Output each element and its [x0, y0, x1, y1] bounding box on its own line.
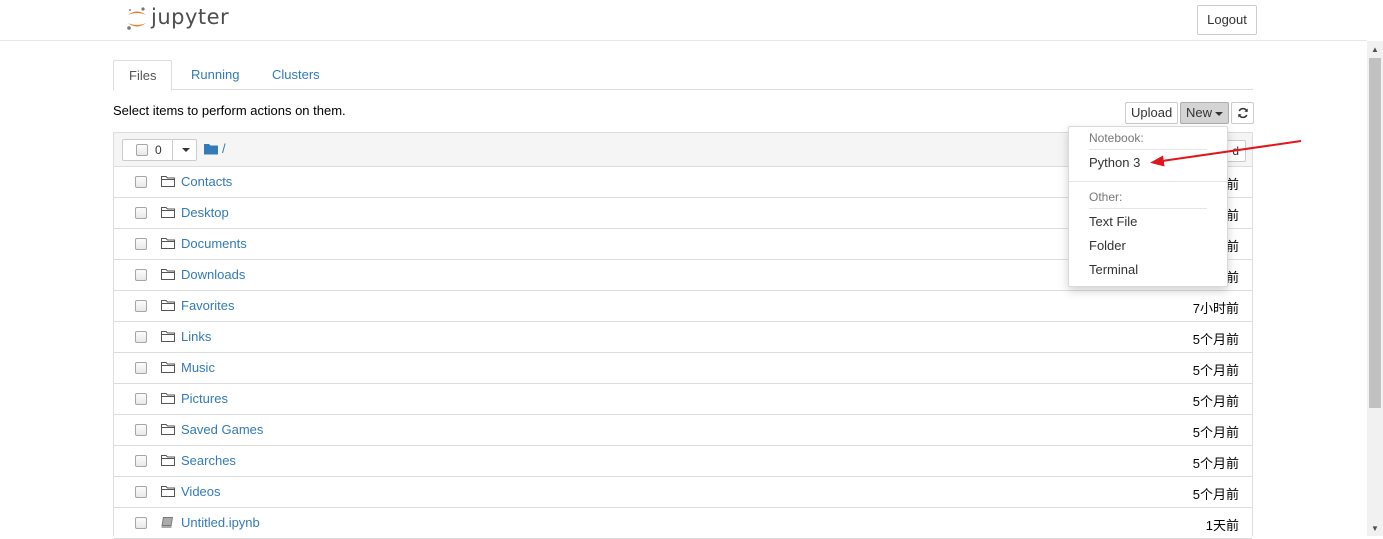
row-checkbox[interactable] [135, 300, 147, 312]
last-modified: 5个月前 [1192, 332, 1239, 347]
new-button-label: New [1186, 105, 1213, 120]
row-checkbox[interactable] [135, 393, 147, 405]
menu-item-python3[interactable]: Python 3 [1089, 155, 1140, 170]
upload-button[interactable]: Upload [1125, 102, 1179, 124]
refresh-icon [1237, 107, 1248, 119]
annotation-arrow-icon [1150, 140, 1302, 167]
file-row[interactable]: Links 5个月前 [114, 322, 1252, 353]
selection-hint: Select items to perform actions on them. [113, 103, 346, 118]
selected-count: 0 [155, 143, 162, 157]
row-checkbox[interactable] [135, 207, 147, 219]
select-all-group[interactable]: 0 [122, 139, 197, 161]
file-row[interactable]: Untitled.ipynb 1天前 [114, 508, 1252, 539]
new-button[interactable]: New [1180, 102, 1230, 124]
row-checkbox[interactable] [135, 176, 147, 188]
menu-divider [1089, 208, 1207, 209]
file-name-link[interactable]: Documents [181, 236, 247, 251]
folder-icon [161, 299, 177, 313]
file-row[interactable]: Saved Games 5个月前 [114, 415, 1252, 446]
caret-down-icon [182, 148, 190, 152]
jupyter-logo[interactable]: jupyter [126, 4, 229, 34]
scroll-thumb[interactable] [1369, 58, 1381, 408]
row-checkbox[interactable] [135, 424, 147, 436]
file-name-link[interactable]: Saved Games [181, 422, 263, 437]
last-modified: 5个月前 [1192, 425, 1239, 440]
file-name-link[interactable]: Pictures [181, 391, 228, 406]
row-checkbox[interactable] [135, 238, 147, 250]
menu-item-terminal[interactable]: Terminal [1089, 262, 1138, 277]
jupyter-logo-icon [126, 5, 148, 33]
row-checkbox[interactable] [135, 455, 147, 467]
file-row[interactable]: Searches 5个月前 [114, 446, 1252, 477]
menu-header-other: Other: [1089, 190, 1123, 204]
page-scrollbar[interactable]: ▲ ▼ [1367, 41, 1383, 536]
folder-icon [161, 361, 177, 375]
folder-icon [161, 485, 177, 499]
file-row[interactable]: Pictures 5个月前 [114, 384, 1252, 415]
menu-item-text-file[interactable]: Text File [1089, 214, 1137, 229]
menu-header-notebook: Notebook: [1089, 131, 1144, 145]
file-name-link[interactable]: Desktop [181, 205, 229, 220]
file-name-link[interactable]: Untitled.ipynb [181, 515, 260, 530]
row-checkbox[interactable] [135, 269, 147, 281]
refresh-button[interactable] [1231, 102, 1254, 124]
folder-icon [161, 175, 177, 189]
folder-icon [161, 423, 177, 437]
caret-down-icon [1215, 111, 1224, 116]
file-name-link[interactable]: Videos [181, 484, 221, 499]
last-modified: 5个月前 [1192, 487, 1239, 502]
breadcrumb[interactable]: / [204, 141, 226, 156]
tab-clusters[interactable]: Clusters [257, 60, 335, 90]
select-all-checkbox[interactable] [136, 144, 148, 156]
last-modified: 5个月前 [1192, 456, 1239, 471]
file-row[interactable]: Videos 5个月前 [114, 477, 1252, 508]
select-menu-dropdown[interactable] [173, 140, 196, 160]
menu-divider [1069, 181, 1227, 182]
row-checkbox[interactable] [135, 486, 147, 498]
file-name-link[interactable]: Favorites [181, 298, 234, 313]
file-name-link[interactable]: Contacts [181, 174, 232, 189]
logout-button[interactable]: Logout [1197, 5, 1257, 35]
select-all-toggle[interactable]: 0 [123, 140, 173, 160]
file-row[interactable]: Favorites 7小时前 [114, 291, 1252, 322]
tab-running[interactable]: Running [176, 60, 254, 90]
row-checkbox[interactable] [135, 331, 147, 343]
file-row[interactable]: Music 5个月前 [114, 353, 1252, 384]
header-bar: jupyter Logout [0, 0, 1367, 41]
folder-icon [204, 143, 218, 154]
last-modified: 5个月前 [1192, 363, 1239, 378]
last-modified: 5个月前 [1192, 394, 1239, 409]
folder-icon [161, 237, 177, 251]
row-checkbox[interactable] [135, 517, 147, 529]
folder-icon [161, 454, 177, 468]
folder-icon [161, 392, 177, 406]
folder-icon [161, 206, 177, 220]
file-name-link[interactable]: Links [181, 329, 211, 344]
notebook-icon [161, 516, 177, 530]
file-name-link[interactable]: Music [181, 360, 215, 375]
last-modified: 7小时前 [1192, 301, 1239, 316]
folder-icon [161, 330, 177, 344]
file-name-link[interactable]: Downloads [181, 267, 245, 282]
scroll-down-icon[interactable]: ▼ [1367, 520, 1383, 536]
row-checkbox[interactable] [135, 362, 147, 374]
folder-icon [161, 268, 177, 282]
scroll-up-icon[interactable]: ▲ [1367, 41, 1383, 57]
tab-files[interactable]: Files [113, 60, 173, 91]
last-modified: 1天前 [1205, 518, 1239, 533]
file-name-link[interactable]: Searches [181, 453, 236, 468]
tab-bar: Files Running Clusters [113, 60, 1253, 91]
menu-item-folder[interactable]: Folder [1089, 238, 1126, 253]
logo-text: jupyter [151, 5, 230, 29]
breadcrumb-root[interactable]: / [222, 141, 226, 156]
